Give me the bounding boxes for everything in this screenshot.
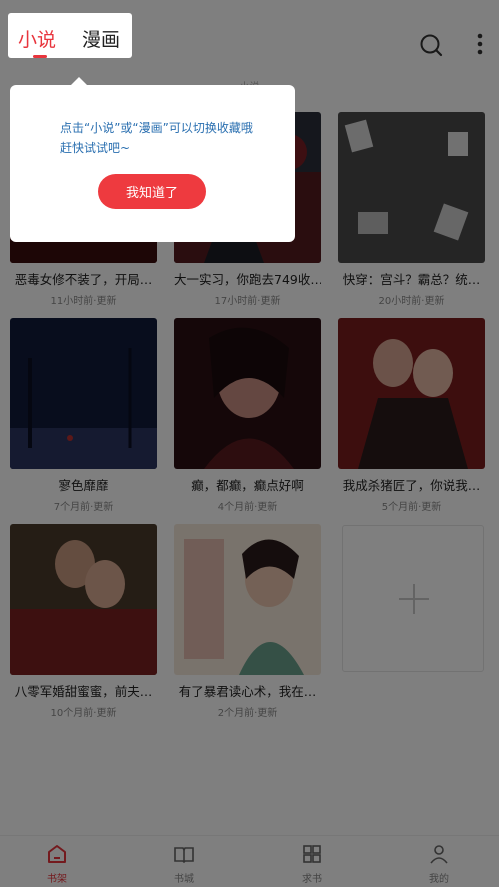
popup-pointer	[70, 77, 88, 86]
tab-comic-highlighted[interactable]: 漫画	[82, 25, 120, 52]
tab-switch-highlight: 小说 漫画	[8, 13, 132, 58]
guide-message: 点击“小说”或“漫画”可以切换收藏哦赶快试试吧~	[60, 121, 253, 155]
tab-novel-highlighted[interactable]: 小说	[18, 25, 56, 52]
tab-active-indicator	[33, 55, 47, 58]
guide-popup: 点击“小说”或“漫画”可以切换收藏哦赶快试试吧~ 我知道了	[10, 77, 295, 242]
got-it-button[interactable]: 我知道了	[98, 174, 206, 209]
